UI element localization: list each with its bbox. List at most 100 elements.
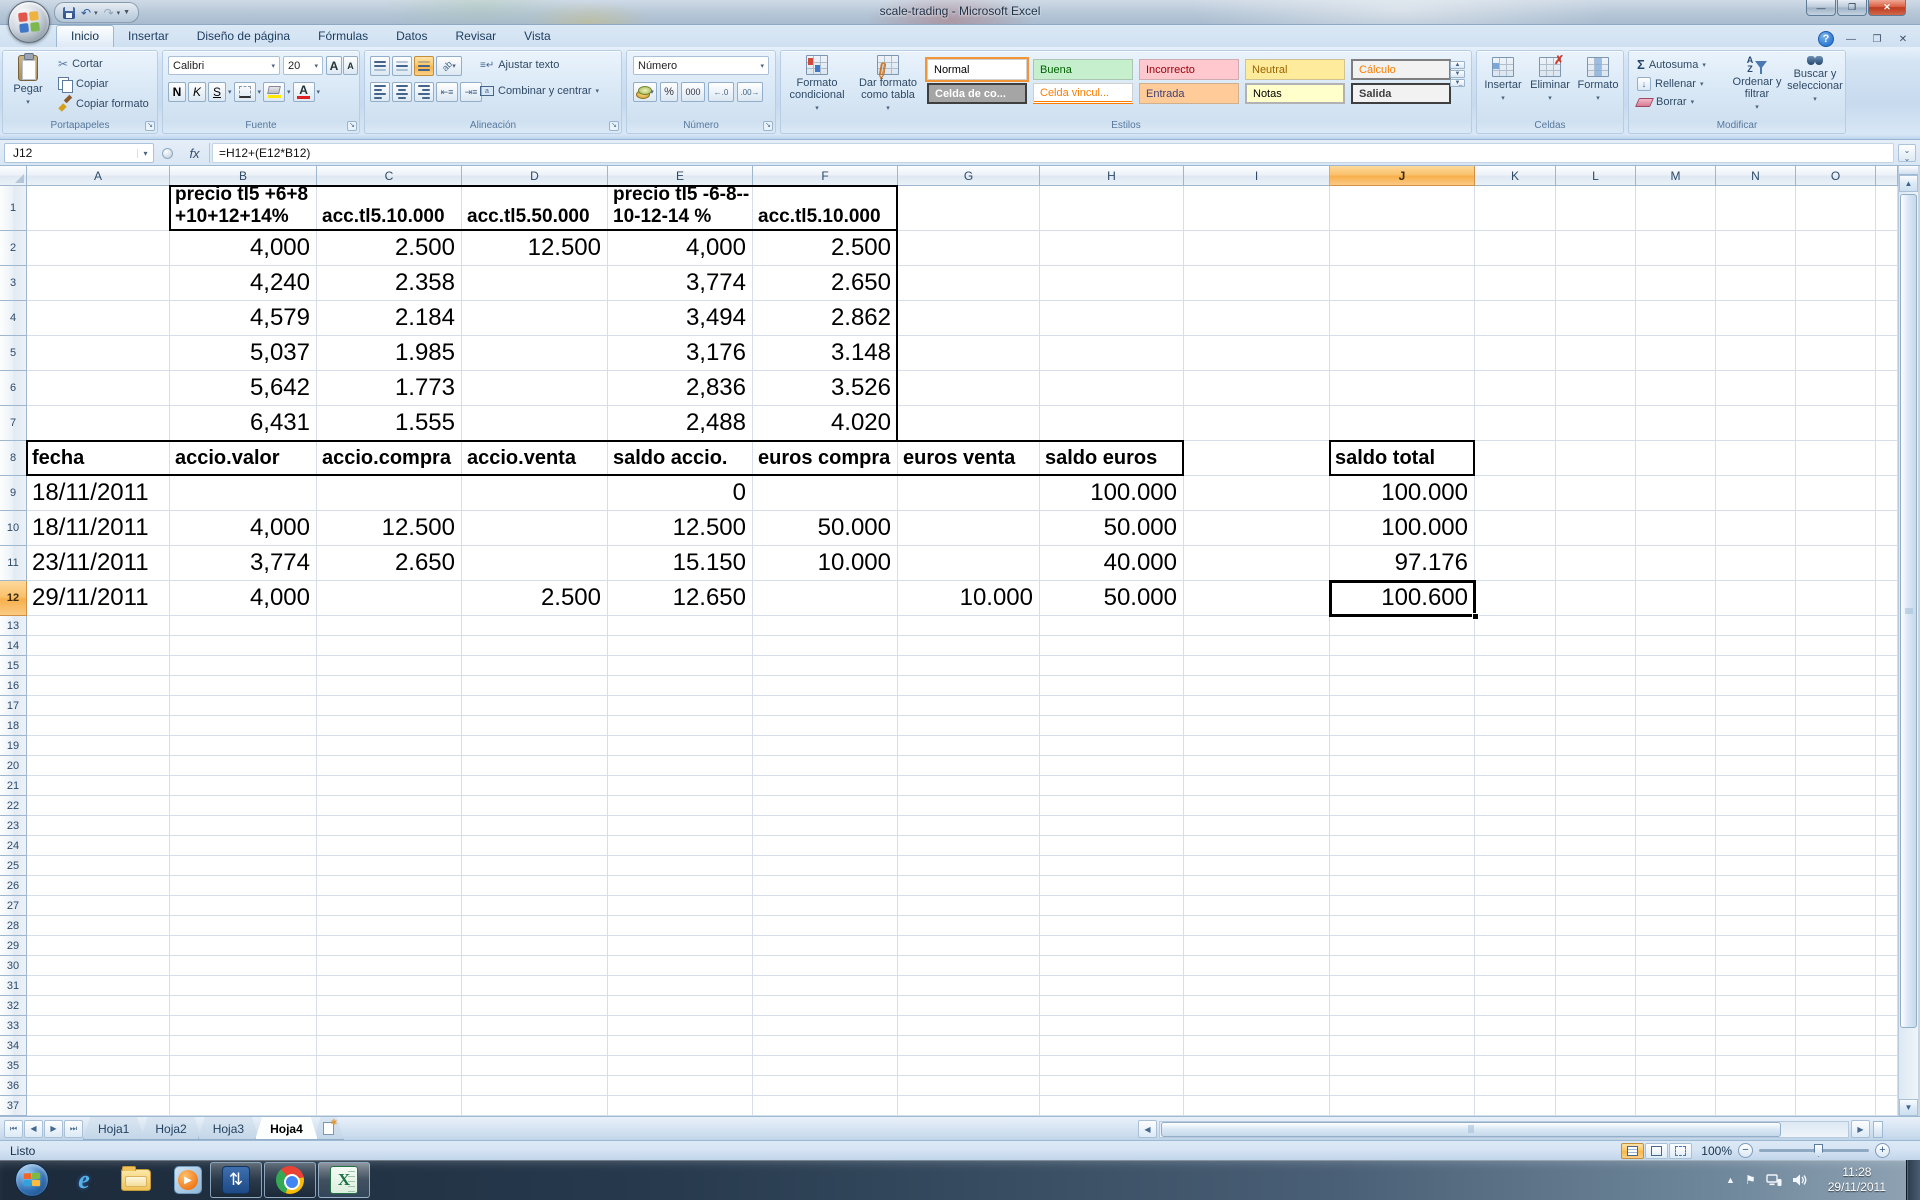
cell-J12[interactable]: 100.600: [1330, 581, 1475, 616]
cell-F4[interactable]: 2.862: [753, 301, 898, 336]
cell-E29[interactable]: [608, 936, 753, 956]
cell-C30[interactable]: [317, 956, 462, 976]
row-header-31[interactable]: 31: [0, 976, 27, 996]
ribbon-tab-datos[interactable]: Datos: [382, 26, 441, 47]
cell-N4[interactable]: [1716, 301, 1796, 336]
cell-P14[interactable]: [1876, 636, 1898, 656]
cell-O32[interactable]: [1796, 996, 1876, 1016]
cell-G19[interactable]: [898, 736, 1040, 756]
cell-K20[interactable]: [1475, 756, 1556, 776]
cell-H10[interactable]: 50.000: [1040, 511, 1184, 546]
cell-D10[interactable]: [462, 511, 608, 546]
horizontal-scroll-track[interactable]: [1159, 1121, 1849, 1138]
cell-H14[interactable]: [1040, 636, 1184, 656]
cell-H15[interactable]: [1040, 656, 1184, 676]
column-header-J[interactable]: J: [1330, 166, 1475, 186]
column-header-E[interactable]: E: [608, 166, 753, 186]
cell-O2[interactable]: [1796, 231, 1876, 266]
cell-H9[interactable]: 100.000: [1040, 476, 1184, 511]
cell-E25[interactable]: [608, 856, 753, 876]
cell-N35[interactable]: [1716, 1056, 1796, 1076]
cell-P4[interactable]: [1876, 301, 1898, 336]
cell-O27[interactable]: [1796, 896, 1876, 916]
column-header-M[interactable]: M: [1636, 166, 1716, 186]
cell-D36[interactable]: [462, 1076, 608, 1096]
borders-button[interactable]: [234, 82, 256, 102]
cell-P34[interactable]: [1876, 1036, 1898, 1056]
cell-I9[interactable]: [1184, 476, 1330, 511]
cell-J30[interactable]: [1330, 956, 1475, 976]
cell-N36[interactable]: [1716, 1076, 1796, 1096]
cell-G3[interactable]: [898, 266, 1040, 301]
column-header-I[interactable]: I: [1184, 166, 1330, 186]
cell-P24[interactable]: [1876, 836, 1898, 856]
cell-L20[interactable]: [1556, 756, 1636, 776]
percent-style-button[interactable]: %: [660, 82, 678, 102]
cell-G10[interactable]: [898, 511, 1040, 546]
cell-G18[interactable]: [898, 716, 1040, 736]
show-desktop-button[interactable]: [1906, 1160, 1920, 1200]
cell-F14[interactable]: [753, 636, 898, 656]
row-header-8[interactable]: 8: [0, 441, 27, 476]
cell-H11[interactable]: 40.000: [1040, 546, 1184, 581]
cell-B25[interactable]: [170, 856, 317, 876]
cell-L14[interactable]: [1556, 636, 1636, 656]
cell-M11[interactable]: [1636, 546, 1716, 581]
cell-L26[interactable]: [1556, 876, 1636, 896]
cell-G25[interactable]: [898, 856, 1040, 876]
cell-C13[interactable]: [317, 616, 462, 636]
cell-P32[interactable]: [1876, 996, 1898, 1016]
column-header-O[interactable]: O: [1796, 166, 1876, 186]
cell-E34[interactable]: [608, 1036, 753, 1056]
cell-M33[interactable]: [1636, 1016, 1716, 1036]
cell-H1[interactable]: [1040, 186, 1184, 231]
cell-L19[interactable]: [1556, 736, 1636, 756]
cell-N23[interactable]: [1716, 816, 1796, 836]
number-format-select[interactable]: Número▾: [633, 56, 769, 75]
cell-N2[interactable]: [1716, 231, 1796, 266]
cell-A13[interactable]: [27, 616, 170, 636]
cell-I1[interactable]: [1184, 186, 1330, 231]
network-icon[interactable]: [1766, 1173, 1782, 1187]
cell-P23[interactable]: [1876, 816, 1898, 836]
cell-D15[interactable]: [462, 656, 608, 676]
cell-A30[interactable]: [27, 956, 170, 976]
align-center-button[interactable]: [392, 82, 412, 102]
cell-I4[interactable]: [1184, 301, 1330, 336]
cell-C34[interactable]: [317, 1036, 462, 1056]
cell-F3[interactable]: 2.650: [753, 266, 898, 301]
cell-N20[interactable]: [1716, 756, 1796, 776]
cell-L2[interactable]: [1556, 231, 1636, 266]
cell-D31[interactable]: [462, 976, 608, 996]
cell-B9[interactable]: [170, 476, 317, 511]
cell-P12[interactable]: [1876, 581, 1898, 616]
cell-F32[interactable]: [753, 996, 898, 1016]
cell-A37[interactable]: [27, 1096, 170, 1116]
cell-O14[interactable]: [1796, 636, 1876, 656]
cell-O34[interactable]: [1796, 1036, 1876, 1056]
cell-K19[interactable]: [1475, 736, 1556, 756]
cell-E37[interactable]: [608, 1096, 753, 1116]
cell-D7[interactable]: [462, 406, 608, 441]
cell-H31[interactable]: [1040, 976, 1184, 996]
cell-L27[interactable]: [1556, 896, 1636, 916]
cell-G37[interactable]: [898, 1096, 1040, 1116]
column-header-A[interactable]: A: [27, 166, 170, 186]
cell-J1[interactable]: [1330, 186, 1475, 231]
prev-sheet-icon[interactable]: ◀: [24, 1120, 43, 1138]
cell-H23[interactable]: [1040, 816, 1184, 836]
cell-K15[interactable]: [1475, 656, 1556, 676]
numero-dialog-launcher[interactable]: ↘: [763, 121, 773, 131]
cell-O29[interactable]: [1796, 936, 1876, 956]
cell-style-buena[interactable]: Buena: [1033, 59, 1133, 80]
cell-A11[interactable]: 23/11/2011: [27, 546, 170, 581]
cell-B18[interactable]: [170, 716, 317, 736]
cell-N16[interactable]: [1716, 676, 1796, 696]
cell-F34[interactable]: [753, 1036, 898, 1056]
row-header-5[interactable]: 5: [0, 336, 27, 371]
cell-L34[interactable]: [1556, 1036, 1636, 1056]
cell-I6[interactable]: [1184, 371, 1330, 406]
cell-F31[interactable]: [753, 976, 898, 996]
cell-M12[interactable]: [1636, 581, 1716, 616]
cell-E26[interactable]: [608, 876, 753, 896]
